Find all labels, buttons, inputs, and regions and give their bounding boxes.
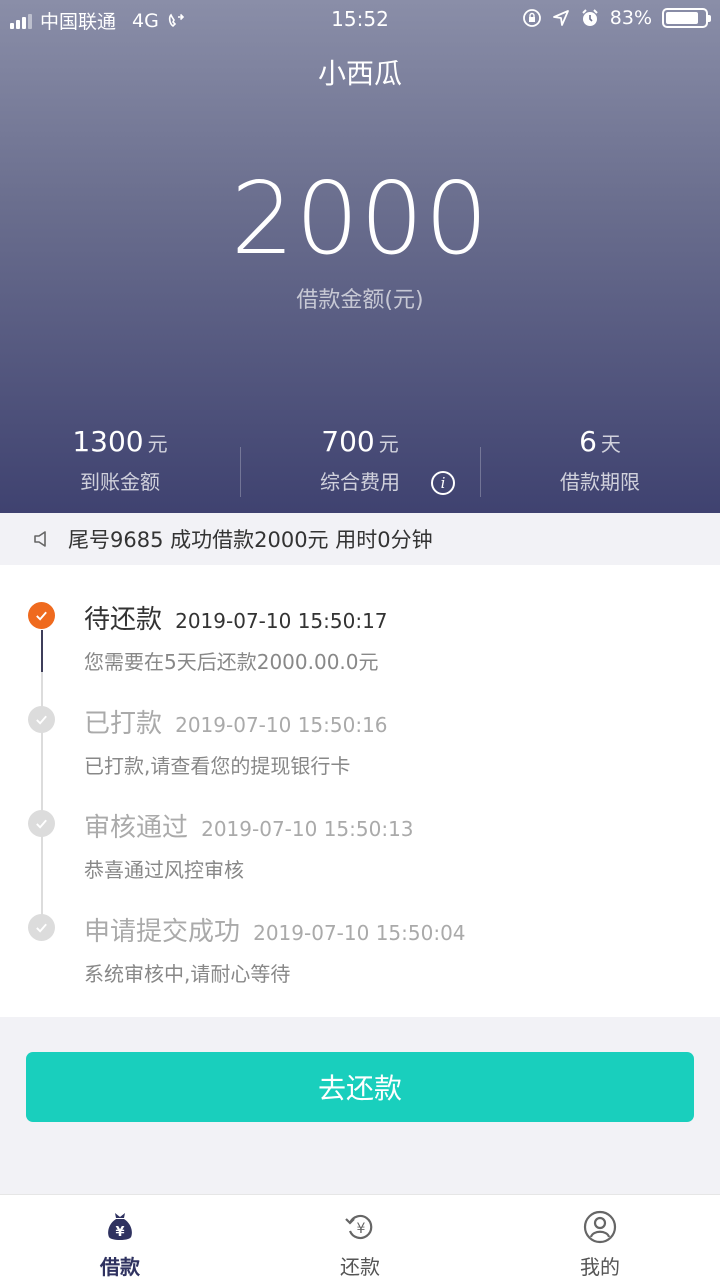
loan-header: 中国联通 4G 15:52 83% 小西瓜 2000 借款金额(元) 1300 元… — [0, 0, 720, 513]
step-title: 申请提交成功 — [84, 917, 241, 947]
rotation-lock-icon — [522, 9, 541, 27]
speaker-icon — [34, 531, 46, 547]
notice-text: 尾号9685 成功借款2000元 用时0分钟 — [68, 528, 433, 552]
loan-stats: 1300 元 到账金额 700 元 综合费用 i 6天 借款期限 — [0, 425, 720, 505]
step-desc: 系统审核中,请耐心等待 — [84, 962, 291, 986]
info-icon[interactable]: i — [431, 471, 455, 495]
battery-percent: 83% — [609, 7, 652, 29]
svg-text:¥: ¥ — [115, 1225, 124, 1240]
stat-unit: 元 — [147, 432, 168, 456]
stat-unit: 天 — [600, 432, 621, 456]
step-time: 2019-07-10 15:50:13 — [201, 817, 414, 841]
tab-repay[interactable]: ¥ 还款 — [240, 1195, 480, 1280]
stat-unit: 元 — [378, 432, 399, 456]
app-title: 小西瓜 — [317, 57, 402, 90]
timeline-connector — [41, 630, 43, 672]
stat-value: 1300 — [72, 425, 144, 458]
location-icon — [552, 10, 569, 26]
step-title: 已打款 — [84, 709, 163, 739]
timeline-step-submitted: 申请提交成功 2019-07-10 15:50:04 系统审核中,请耐心等待 — [84, 911, 700, 987]
tab-label: 我的 — [580, 1255, 620, 1279]
step-time: 2019-07-10 15:50:16 — [175, 713, 388, 737]
step-time: 2019-07-10 15:50:04 — [253, 921, 466, 945]
timeline-step-approved: 审核通过 2019-07-10 15:50:13 恭喜通过风控审核 — [84, 807, 700, 883]
step-title: 待还款 — [84, 605, 163, 635]
user-icon — [583, 1210, 617, 1244]
tab-label: 还款 — [340, 1255, 380, 1279]
stat-loan-term: 6天 借款期限 — [480, 425, 720, 505]
money-bag-icon: ¥ — [108, 1213, 132, 1240]
step-title: 审核通过 — [84, 813, 189, 843]
stat-value: 6 — [579, 425, 597, 458]
stat-label: 借款期限 — [560, 470, 640, 494]
step-desc: 已打款,请查看您的提现银行卡 — [84, 754, 351, 778]
check-icon — [28, 810, 55, 837]
tab-mine[interactable]: 我的 — [480, 1195, 720, 1280]
loan-amount: 2000 — [230, 160, 490, 277]
stat-received-amount: 1300 元 到账金额 — [0, 425, 240, 505]
loan-amount-label: 借款金额(元) — [296, 288, 424, 313]
step-desc: 您需要在5天后还款2000.00.0元 — [84, 650, 379, 674]
svg-text:¥: ¥ — [357, 1221, 366, 1237]
step-time: 2019-07-10 15:50:17 — [175, 609, 388, 633]
status-bar: 中国联通 4G 15:52 83% — [0, 0, 720, 38]
stat-label: 到账金额 — [80, 470, 160, 494]
tab-borrow[interactable]: ¥ 借款 — [0, 1195, 240, 1280]
step-desc: 恭喜通过风控审核 — [84, 858, 244, 882]
repay-icon: ¥ — [345, 1214, 373, 1240]
battery-icon — [662, 8, 711, 28]
check-icon — [28, 914, 55, 941]
timeline-step-paid: 已打款 2019-07-10 15:50:16 已打款,请查看您的提现银行卡 — [84, 703, 700, 779]
timeline-step-pending-repay: 待还款 2019-07-10 15:50:17 您需要在5天后还款2000.00… — [84, 599, 700, 675]
check-icon — [28, 706, 55, 733]
notice-bar: 尾号9685 成功借款2000元 用时0分钟 — [0, 513, 720, 565]
go-repay-button[interactable]: 去还款 — [26, 1052, 694, 1122]
loan-progress-timeline: 待还款 2019-07-10 15:50:17 您需要在5天后还款2000.00… — [0, 565, 720, 1017]
stat-value: 700 — [321, 425, 375, 458]
bottom-tabbar: ¥ 借款 ¥ 还款 我的 — [0, 1194, 720, 1280]
tab-label: 借款 — [100, 1255, 140, 1279]
stat-total-fee: 700 元 综合费用 i — [240, 425, 480, 505]
alarm-icon — [582, 9, 598, 26]
check-icon — [28, 602, 55, 629]
